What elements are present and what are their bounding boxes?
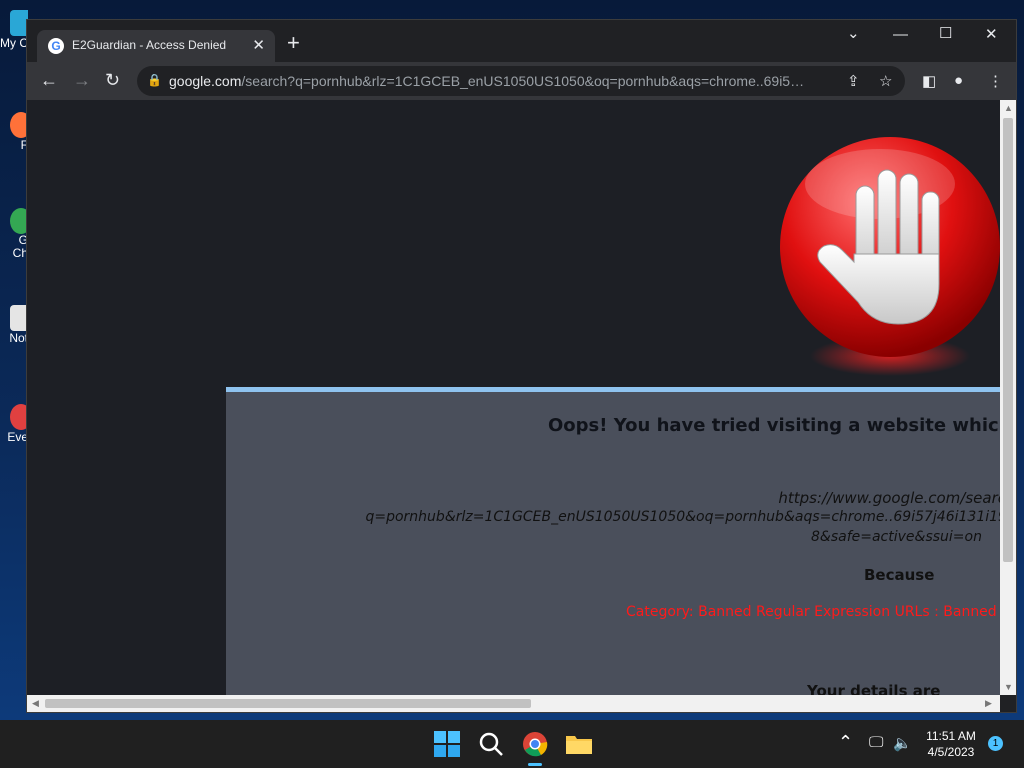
vertical-scrollbar[interactable]: ▲ ▼ <box>1000 100 1016 695</box>
maximize-button[interactable]: ☐ <box>939 24 952 42</box>
minimize-button[interactable]: — <box>893 26 908 43</box>
blocked-url-line: q=pornhub&rlz=1C1GCEB_enUS1050US1050&oq=… <box>365 509 1000 525</box>
reload-button[interactable]: ↻ <box>105 71 120 89</box>
browser-window: G E2Guardian - Access Denied ✕ + ⌄ — ☐ ✕… <box>27 20 1016 712</box>
profile-icon[interactable]: ● <box>954 72 963 89</box>
because-label: Because <box>864 566 935 584</box>
forward-button[interactable]: → <box>73 71 91 89</box>
event-icon <box>10 404 28 430</box>
menu-kebab-icon[interactable]: ⋮ <box>988 72 1003 90</box>
start-windows-icon[interactable] <box>433 730 461 758</box>
close-window-button[interactable]: ✕ <box>985 25 998 43</box>
scroll-down-icon[interactable]: ▼ <box>1004 682 1013 692</box>
tab-e2guardian[interactable]: G E2Guardian - Access Denied ✕ <box>37 30 275 62</box>
address-path: /search?q=pornhub&rlz=1C1GCEB_enUS1050US… <box>241 73 809 89</box>
share-icon[interactable]: ⇪ <box>847 72 860 90</box>
notepad-icon <box>10 305 28 331</box>
desktop-icon-event[interactable]: Eve <box>0 404 28 444</box>
desktop-icon-firefox[interactable]: F <box>0 112 28 152</box>
address-bar[interactable]: 🔒 google.com/search?q=pornhub&rlz=1C1GCE… <box>137 66 905 96</box>
volume-icon[interactable]: 🔈 <box>893 734 912 752</box>
taskbar: ⌃ 🖵 🔈 11:51 AM 4/5/2023 1 <box>0 720 1024 768</box>
horizontal-scrollbar[interactable]: ◀ ▶ <box>27 695 1000 712</box>
desktop-icon-notepad[interactable]: Not <box>0 305 28 345</box>
scroll-up-icon[interactable]: ▲ <box>1004 103 1013 113</box>
address-url[interactable]: google.com/search?q=pornhub&rlz=1C1GCEB_… <box>169 73 809 89</box>
search-icon[interactable] <box>477 730 505 758</box>
scroll-right-icon[interactable]: ▶ <box>985 698 992 709</box>
chrome-taskbar-icon[interactable] <box>521 730 549 758</box>
tray-overflow-chevron-icon[interactable]: ⌃ <box>838 732 853 753</box>
new-tab-button[interactable]: + <box>287 32 300 54</box>
block-reason: Category: Banned Regular Expression URLs… <box>626 604 997 620</box>
scroll-left-icon[interactable]: ◀ <box>32 698 39 709</box>
active-app-indicator <box>528 763 542 766</box>
desktop-icon-label: My C <box>0 36 28 50</box>
lock-icon[interactable]: 🔒 <box>147 73 162 87</box>
horizontal-scroll-thumb[interactable] <box>45 699 531 708</box>
tab-search-icon[interactable]: ⌄ <box>847 24 860 42</box>
tab-close-icon[interactable]: ✕ <box>252 36 265 54</box>
firefox-icon <box>10 112 28 138</box>
block-notice-panel: Oops! You have tried visiting a website … <box>226 387 1000 695</box>
desktop-icon-label: G Ch <box>12 233 28 260</box>
page-viewport: Oops! You have tried visiting a website … <box>27 100 1000 695</box>
clock-date: 4/5/2023 <box>927 745 975 759</box>
details-heading: Your details are below: <box>807 682 941 695</box>
clock-time: 11:51 AM <box>926 729 976 743</box>
address-host: google.com <box>169 73 242 89</box>
clock[interactable]: 11:51 AM 4/5/2023 <box>920 728 982 760</box>
tab-title: E2Guardian - Access Denied <box>72 38 227 52</box>
computer-icon <box>10 10 28 36</box>
stop-hand-icon <box>780 137 1000 376</box>
network-icon[interactable]: 🖵 <box>869 734 883 751</box>
tab-strip: G E2Guardian - Access Denied ✕ + ⌄ — ☐ ✕ <box>27 20 1016 62</box>
blocked-url-line: 8&safe=active&ssui=on <box>811 529 982 545</box>
notification-badge[interactable]: 1 <box>988 736 1003 751</box>
google-favicon-icon: G <box>48 38 64 54</box>
blocked-url-line: https://www.google.com/searc <box>778 489 1000 507</box>
bookmark-star-icon[interactable]: ☆ <box>879 72 892 90</box>
back-button[interactable]: ← <box>40 71 58 89</box>
toolbar: ← → ↻ 🔒 google.com/search?q=pornhub&rlz=… <box>27 62 1016 100</box>
vertical-scroll-thumb[interactable] <box>1003 118 1013 562</box>
desktop-icon-label: Not <box>9 331 28 345</box>
file-explorer-icon[interactable] <box>565 730 593 758</box>
chrome-icon <box>10 208 28 234</box>
side-panel-icon[interactable]: ◧ <box>922 72 936 90</box>
desktop-icon-label: Eve <box>7 430 28 444</box>
desktop-icon-chrome[interactable]: G Ch <box>0 208 28 260</box>
desktop-icon-my-computer[interactable]: My C <box>0 10 28 50</box>
block-headline: Oops! You have tried visiting a website … <box>548 415 1000 436</box>
